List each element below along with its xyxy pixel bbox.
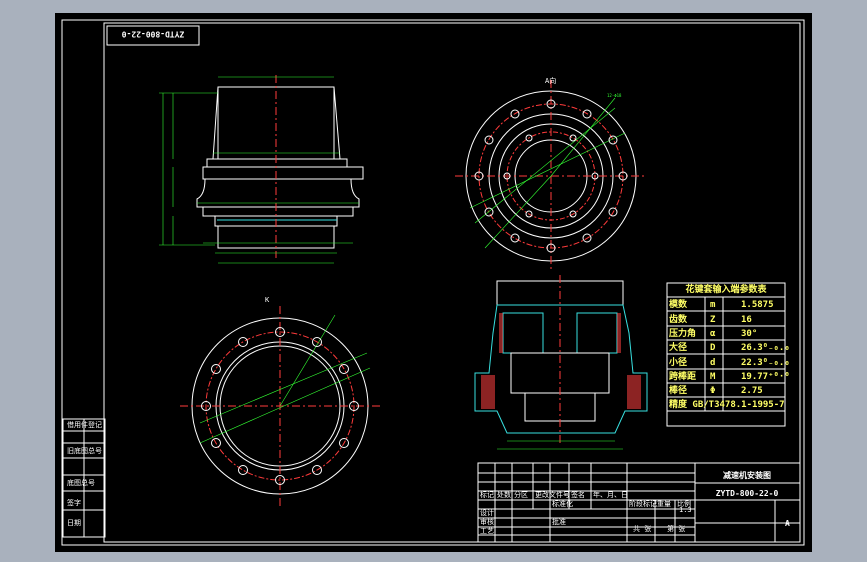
role-1: 审核 <box>480 517 494 526</box>
front-elevation-view <box>196 86 364 249</box>
front-dimensions <box>159 76 359 264</box>
spline-value-6: 2.75 <box>741 386 763 396</box>
col-header-1: 处数 <box>497 490 511 499</box>
spline-symbol-2: α <box>710 329 716 339</box>
spline-table-title: 花键套输入端参数表 <box>685 283 767 295</box>
spline-value-3: 26.3⁰₋₀.₀ <box>741 343 790 353</box>
cad-drawing: ZYTD-800-22-0 借用件登记 旧底图总号 底图总号 签字 日期 K A… <box>61 19 805 546</box>
spline-name-4: 小径 <box>668 356 687 368</box>
spline-value-4: 22.3⁰₋₀.₀ <box>741 358 790 368</box>
spline-name-5: 跨棒距 <box>669 370 696 382</box>
spline-symbol-1: Z <box>710 315 716 325</box>
col-header-4: 签名 <box>571 490 585 499</box>
a-view <box>455 80 647 272</box>
title-drawing-name: 减速机安装图 <box>723 470 771 480</box>
stage-label: 阶段标记 <box>629 499 657 508</box>
a-view-label: A向 <box>545 76 556 85</box>
spline-value-5: 19.77⁺⁰·⁰ <box>741 372 790 382</box>
stamp-1: 旧底图总号 <box>67 446 102 455</box>
spline-name-2: 压力角 <box>669 327 696 339</box>
role-2: 工艺 <box>480 527 494 535</box>
drawing-sheet: ZYTD-800-22-0 借用件登记 旧底图总号 底图总号 签字 日期 K A… <box>55 13 812 552</box>
spline-name-0: 模数 <box>669 298 688 310</box>
col-header-2: 分区 <box>514 490 528 499</box>
section-view <box>474 275 648 450</box>
title-drawing-number: ZYTD-800-22-0 <box>716 489 779 498</box>
spline-value-1: 16 <box>741 315 752 325</box>
side-stamp: 借用件登记 旧底图总号 底图总号 签字 日期 <box>62 418 106 538</box>
standardization-label: 标准化 <box>552 499 573 508</box>
spline-symbol-6: Φ <box>710 386 716 396</box>
spline-symbol-5: M <box>710 372 716 382</box>
spline-symbol-3: D <box>710 343 716 353</box>
spline-standard: 精度 GB/T3478.1-1995-7 <box>669 398 785 410</box>
title-sheet-label: A <box>785 519 790 528</box>
k-view-label: K <box>265 296 270 304</box>
spline-name-1: 齿数 <box>669 313 688 325</box>
weight-label: 重量 <box>657 500 671 508</box>
stamp-3: 签字 <box>67 498 81 507</box>
stamp-4: 日期 <box>67 519 81 527</box>
spline-name-3: 大径 <box>669 341 687 353</box>
spline-symbol-0: m <box>710 300 716 310</box>
spline-value-2: 30° <box>741 329 757 339</box>
stamp-2: 底图总号 <box>67 478 95 487</box>
bolt-callout: 12-Φ18 <box>607 93 622 98</box>
role-0: 设计 <box>480 508 494 517</box>
spline-name-6: 棒径 <box>669 384 687 396</box>
approve-label: 批准 <box>552 517 566 526</box>
spline-symbol-4: d <box>710 358 715 368</box>
scale-label: 比例 <box>677 499 691 508</box>
spline-value-0: 1.5875 <box>741 300 774 310</box>
sheet-no: 第 张 <box>667 524 685 533</box>
col-header-3: 更改文件号 <box>535 490 570 499</box>
stamp-0: 借用件登记 <box>67 420 102 429</box>
sheet-count: 共 张 <box>633 524 651 533</box>
drawing-number-rotated: ZYTD-800-22-0 <box>122 30 185 39</box>
col-header-0: 标记 <box>480 490 494 499</box>
col-header-5: 年、月、日 <box>593 490 628 499</box>
spline-param-table: 花键套输入端参数表 模数 m 1.5875 齿数 Z 16 压力角 α 30° … <box>666 282 790 427</box>
